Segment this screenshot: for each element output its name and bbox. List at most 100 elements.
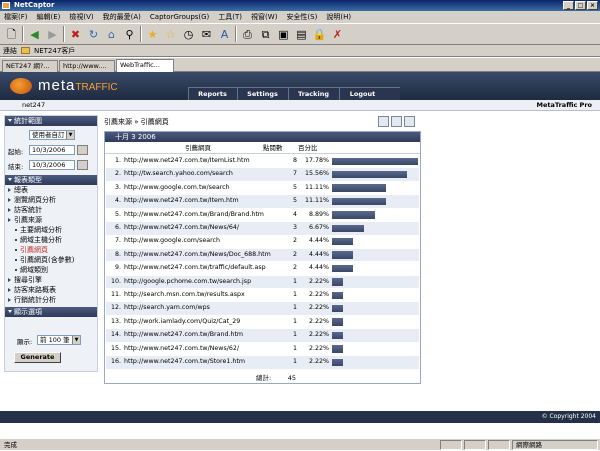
report-type-header[interactable]: 報表類型 [5,175,97,185]
sidebar-item[interactable]: 瀏覽網頁分析 [5,195,97,205]
site-footer: © Copyright 2004 [0,411,600,423]
col-url[interactable]: 引薦網頁 [185,143,211,154]
menu-item[interactable]: 視窗(W) [251,12,277,22]
font-size-icon[interactable]: A [217,27,232,42]
referrer-link[interactable]: http://www.net247.com.tw/traffic/default… [124,262,282,275]
back-icon[interactable]: ◀ [27,27,42,42]
percent-bar [332,291,343,299]
sidebar-item[interactable]: 網域類別 [5,265,97,275]
referrer-link[interactable]: http://www.net247.com.tw/News/62/ [124,343,282,356]
referrer-link[interactable]: http://search.yam.com/wps [124,302,282,315]
chevron-down-icon: ▼ [72,336,80,344]
referrer-link[interactable]: http://www.net247.com.tw/Store1.htm [124,356,282,369]
nav-tracking[interactable]: Tracking [288,88,338,100]
nav-reports[interactable]: Reports [188,88,236,100]
referrer-link[interactable]: http://www.google.com/search [124,235,282,248]
window-icon[interactable]: ▣ [276,27,291,42]
print-report-icon[interactable] [378,116,389,127]
referrer-link[interactable]: http://www.google.com.tw/search [124,182,282,195]
new-page-icon[interactable]: 🗋 [4,27,19,42]
print-icon[interactable]: ⎙ [240,27,255,42]
total-value: 45 [287,374,296,382]
sidebar-item[interactable]: 訪客統計 [5,205,97,215]
links-bar: 連結 NET247客戶 [0,45,600,57]
referrer-link[interactable]: http://www.net247.com.tw/ItemList.htm [124,155,282,168]
table-row: 5. http://www.net247.com.tw/Brand/Brand.h… [106,208,419,222]
display-count-select[interactable]: 前 100 筆 ▼ [37,335,81,345]
generate-button[interactable]: Generate [14,352,61,363]
referrer-link[interactable]: http://tw.search.yahoo.com/search [124,168,282,181]
sidebar-item[interactable]: 訪客來路概表 [5,285,97,295]
sidebar-item[interactable]: 引薦網頁(含參數) [5,255,97,265]
toolbar-separator [22,26,24,42]
mail-icon[interactable]: ✉ [199,27,214,42]
referrer-link[interactable]: http://www.net247.com.tw/News/64/ [124,222,282,235]
sidebar-item[interactable]: 主要網域分析 [5,225,97,235]
sidebar-item[interactable]: 總表 [5,185,97,195]
table-row: 11. http://search.msn.com.tw/results.aspx… [106,289,419,302]
export-report-icon[interactable] [391,116,402,127]
sidebar-item[interactable]: 行銷統計分析 [5,295,97,305]
account-name: net247 [22,101,46,109]
referrer-link[interactable]: http://www.net247.com.tw/Brand.htm [124,329,282,342]
table-row: 2. http://tw.search.yahoo.com/search 7 15.5… [106,168,419,181]
menu-item[interactable]: 我的最愛(A) [103,12,141,22]
menu-item[interactable]: 工具(T) [218,12,242,22]
row-number: 5. [114,210,121,218]
minimize-button[interactable]: _ [563,1,574,10]
end-date-input[interactable]: 10/3/2006 [29,160,75,170]
calendar-icon[interactable] [77,145,88,155]
save-report-icon[interactable] [404,116,415,127]
col-count[interactable]: 點閱數 [263,143,283,154]
menu-item[interactable]: 安全性(S) [286,12,317,22]
home-icon[interactable]: ⌂ [104,27,119,42]
search-icon[interactable]: ⚲ [122,27,137,42]
stop-icon[interactable]: ✖ [68,27,83,42]
refresh-icon[interactable]: ↻ [86,27,101,42]
calendar-icon[interactable] [77,160,88,170]
menu-item[interactable]: 編輯(E) [37,12,61,22]
col-pct[interactable]: 百分比 [298,143,318,154]
referrer-link[interactable]: http://www.net247.com.tw/Item.htm [124,195,282,208]
sidebar-item[interactable]: 搜尋引擎 [5,275,97,285]
percent-bar [332,358,343,366]
referrer-link[interactable]: http://work.iamlady.com/Quiz/Cat_29 [124,316,282,329]
menu-item[interactable]: CaptorGroups(G) [150,13,209,21]
stats-range-header[interactable]: 統計範圍 [5,116,97,126]
referrer-link[interactable]: http://www.net247.com.tw/Brand/Brand.htm [124,209,282,222]
menu-item[interactable]: 檔案(F) [4,12,28,22]
copy-icon[interactable]: ⧉ [258,27,273,42]
referrer-link[interactable]: http://www.net247.com.tw/News/Doc_688.ht… [124,249,282,262]
site-header: metaTRAFFIC Reports Settings Tracking Lo… [0,72,600,100]
links-label: 連結 [3,46,17,55]
add-favorite-icon[interactable]: ☆ [163,27,178,42]
display-options-header[interactable]: 顯示選項 [5,307,97,317]
close-button[interactable]: × [587,1,598,10]
menu-item[interactable]: 說明(H) [326,12,351,22]
lock-icon[interactable]: 🔒 [312,27,327,42]
referrer-link[interactable]: http://search.msn.com.tw/results.aspx [124,289,282,302]
tab-webtraffic[interactable]: WebTraffic... [116,59,174,72]
tab-net247[interactable]: NET247 網?... [2,60,58,72]
favorites-icon[interactable]: ★ [145,27,160,42]
forward-icon[interactable]: ▶ [45,27,60,42]
percent-bar [332,318,343,326]
total-row: 總計: 45 [105,373,420,384]
referrer-link[interactable]: http://google.pchome.com.tw/search.jsp [124,276,282,289]
sidebar-item[interactable]: 引薦網頁 [5,245,97,255]
hit-count: 2 [292,250,297,258]
tile-icon[interactable]: ▤ [294,27,309,42]
menu-item[interactable]: 檢視(V) [69,12,93,22]
sidebar-item[interactable]: 引薦來源 [5,215,97,225]
close-tab-icon[interactable]: ✗ [330,27,345,42]
start-date-input[interactable]: 10/3/2006 [29,145,75,155]
tab-http[interactable]: http://www.... [59,60,115,72]
nav-logout[interactable]: Logout [339,88,385,100]
hit-count: 1 [292,304,297,312]
nav-settings[interactable]: Settings [237,88,287,100]
history-icon[interactable]: ◷ [181,27,196,42]
sidebar-item[interactable]: 網域主機分析 [5,235,97,245]
links-folder[interactable]: NET247客戶 [34,46,75,56]
date-range-select[interactable]: 使用者自訂 ▼ [29,130,75,140]
maximize-button[interactable]: □ [575,1,586,10]
